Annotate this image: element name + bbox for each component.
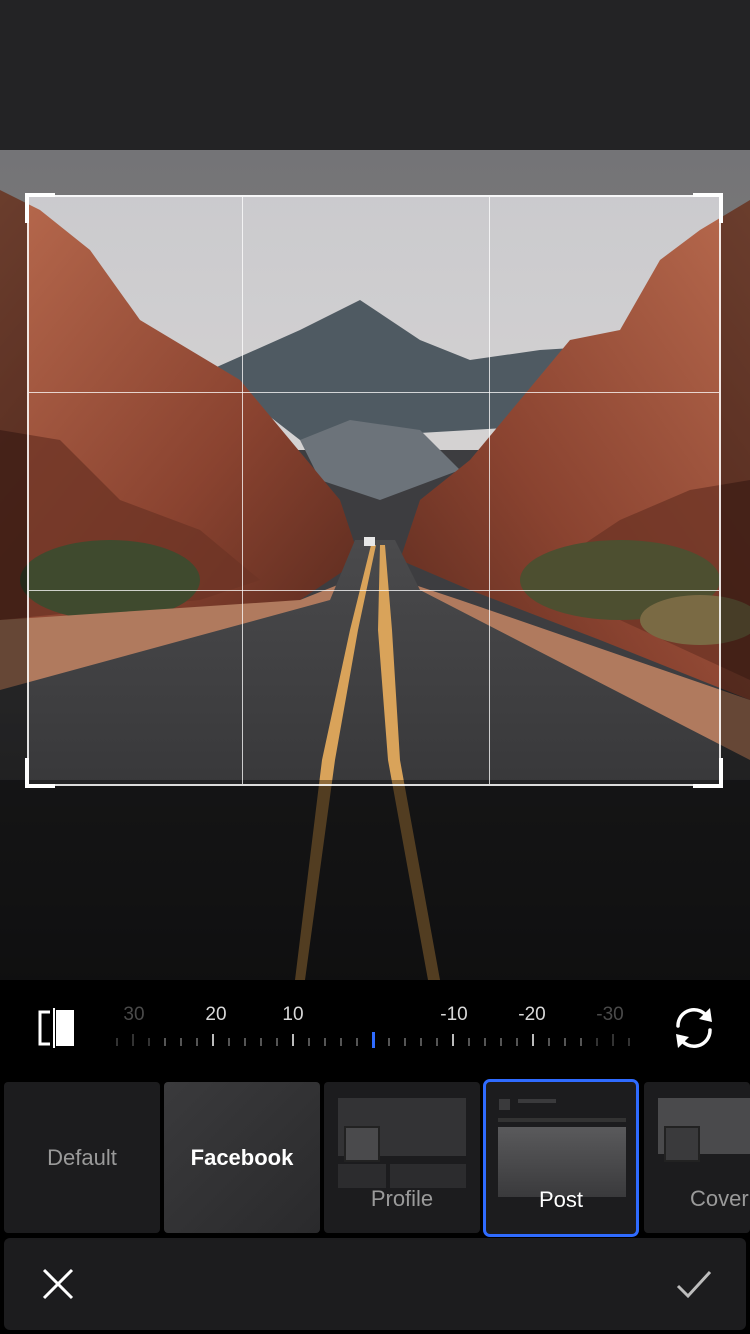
ruler-tick xyxy=(276,1038,278,1046)
ruler-tick xyxy=(180,1038,182,1046)
ruler-tick xyxy=(196,1038,198,1046)
checkmark-icon xyxy=(676,1270,712,1299)
confirm-button[interactable] xyxy=(668,1258,720,1310)
ruler-tick xyxy=(244,1038,246,1046)
ruler-tick xyxy=(116,1038,118,1046)
crop-handle-bottom-right[interactable] xyxy=(693,758,723,788)
ruler-label: 10 xyxy=(282,1004,304,1025)
preset-facebook[interactable]: Facebook xyxy=(164,1082,320,1233)
crop-mask-left xyxy=(0,195,27,786)
ruler-tick xyxy=(260,1038,262,1046)
crop-handle-top-left[interactable] xyxy=(25,193,55,223)
ruler-label: 30 xyxy=(123,1004,145,1025)
ruler-tick xyxy=(340,1038,342,1046)
action-bar xyxy=(4,1238,746,1330)
rotation-indicator xyxy=(372,1032,375,1048)
ruler-tick xyxy=(436,1038,438,1046)
grid-line xyxy=(489,197,490,784)
grid-line xyxy=(29,590,719,591)
ruler-tick xyxy=(580,1038,582,1046)
ruler-tick xyxy=(628,1038,630,1046)
ruler-tick xyxy=(452,1034,454,1046)
preset-label: Post xyxy=(538,1187,584,1212)
profile-thumbnail xyxy=(338,1164,386,1188)
flip-icon xyxy=(38,1008,74,1048)
ruler-tick xyxy=(420,1038,422,1046)
ruler-label: -30 xyxy=(596,1004,624,1025)
preset-post[interactable]: Post xyxy=(483,1079,639,1237)
crop-mask-bottom xyxy=(0,786,750,980)
preset-label: Facebook xyxy=(190,1145,294,1170)
ruler-tick xyxy=(484,1038,486,1046)
ruler-tick xyxy=(292,1034,294,1046)
crop-mask-right xyxy=(721,195,750,786)
crop-handle-bottom-left[interactable] xyxy=(25,758,55,788)
post-thumbnail xyxy=(499,1099,510,1110)
rotation-ruler[interactable]: 30 20 10 -10 -20 -30 xyxy=(110,996,640,1056)
ruler-tick xyxy=(596,1038,598,1046)
preset-label: Profile xyxy=(370,1186,434,1211)
post-thumbnail xyxy=(518,1099,556,1103)
ruler-tick xyxy=(132,1034,134,1046)
preset-label: Cover xyxy=(690,1186,749,1211)
ruler-tick xyxy=(324,1038,326,1046)
post-thumbnail xyxy=(498,1118,626,1122)
profile-thumbnail xyxy=(390,1164,466,1188)
crop-handle-top-right[interactable] xyxy=(693,193,723,223)
ruler-label: -20 xyxy=(518,1004,546,1025)
cover-avatar xyxy=(664,1126,700,1162)
profile-avatar xyxy=(344,1126,380,1162)
ruler-tick xyxy=(404,1038,406,1046)
ruler-tick xyxy=(388,1038,390,1046)
close-icon xyxy=(42,1268,74,1300)
preset-profile[interactable]: Profile xyxy=(324,1082,480,1233)
preset-default[interactable]: Default xyxy=(4,1082,160,1233)
ruler-tick xyxy=(308,1038,310,1046)
grid-line xyxy=(29,392,719,393)
rotate-icon xyxy=(676,1008,712,1048)
ruler-tick xyxy=(468,1038,470,1046)
ruler-tick xyxy=(516,1038,518,1046)
preset-cover[interactable]: Cover xyxy=(644,1082,750,1233)
flip-button[interactable] xyxy=(34,1006,78,1050)
preset-label: Default xyxy=(47,1145,117,1170)
ruler-label: -10 xyxy=(440,1004,468,1025)
photo-canvas[interactable] xyxy=(0,0,750,980)
rotate-button[interactable] xyxy=(670,1004,718,1052)
ruler-tick xyxy=(164,1038,166,1046)
crop-frame[interactable] xyxy=(25,193,723,788)
grid-line xyxy=(242,197,243,784)
ruler-tick xyxy=(500,1038,502,1046)
ruler-tick xyxy=(212,1034,214,1046)
ruler-tick xyxy=(548,1038,550,1046)
ruler-tick xyxy=(356,1038,358,1046)
ruler-tick xyxy=(564,1038,566,1046)
ruler-tick xyxy=(612,1034,614,1046)
ruler-tick xyxy=(532,1034,534,1046)
ruler-tick xyxy=(228,1038,230,1046)
cancel-button[interactable] xyxy=(32,1258,84,1310)
crop-mask-top xyxy=(0,0,750,195)
ruler-tick xyxy=(148,1038,150,1046)
ruler-label: 20 xyxy=(205,1004,227,1025)
